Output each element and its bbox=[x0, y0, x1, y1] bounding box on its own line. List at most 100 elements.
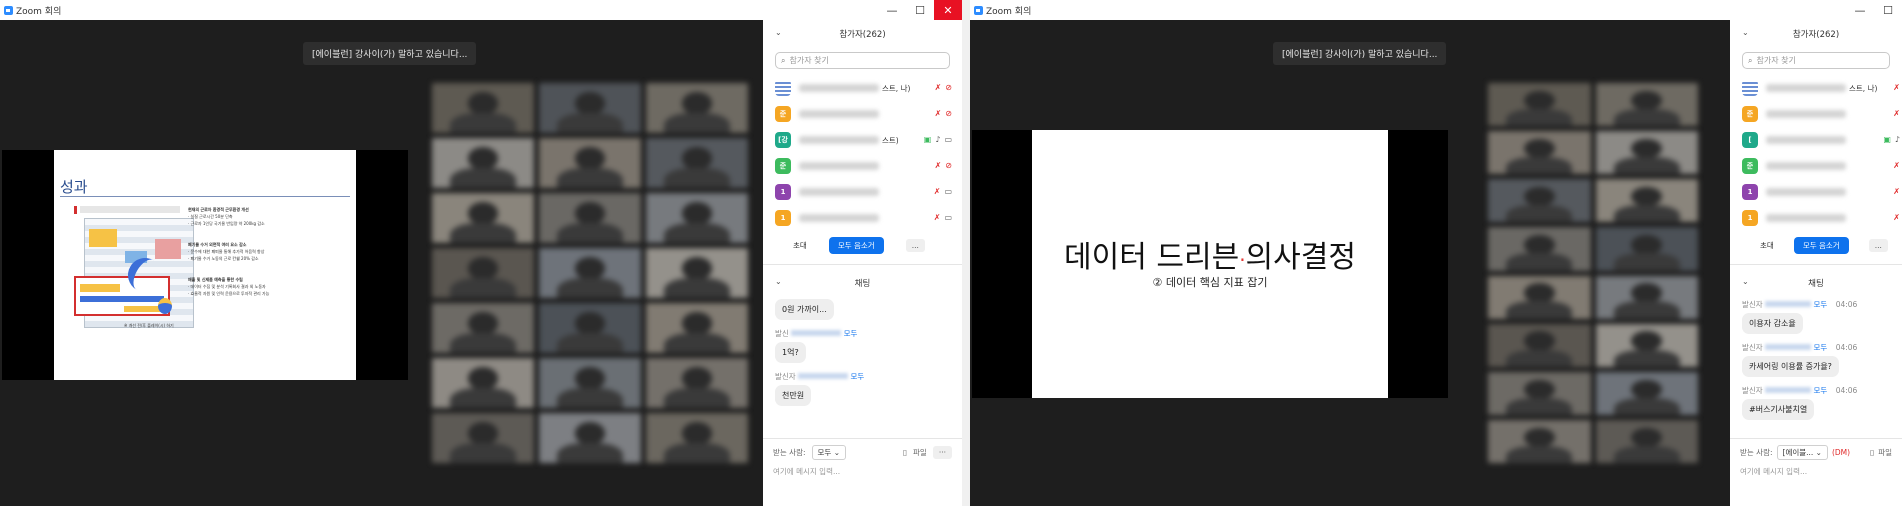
participant-video-tile[interactable] bbox=[1488, 179, 1591, 223]
video-on-icon[interactable]: ▭ bbox=[944, 213, 952, 222]
close-icon[interactable]: ✕ bbox=[934, 0, 962, 20]
participant-video-tile[interactable] bbox=[1595, 227, 1698, 271]
participant-video-tile[interactable] bbox=[1488, 371, 1591, 415]
participant-video-tile[interactable] bbox=[646, 413, 748, 463]
participant-video-tile[interactable] bbox=[539, 83, 641, 133]
mic-muted-icon[interactable]: ✗ bbox=[935, 161, 942, 170]
mic-muted-icon[interactable]: ✗ bbox=[1893, 161, 1900, 170]
participant-video-tile[interactable] bbox=[1595, 323, 1698, 367]
more-options-button[interactable]: ... bbox=[905, 239, 925, 252]
chat-more-button[interactable]: ··· bbox=[932, 446, 952, 459]
participant-video-tile[interactable] bbox=[646, 83, 748, 133]
participant-row[interactable]: [강 스트) ▣ ♪ ▭ bbox=[775, 127, 962, 153]
participant-video-tile[interactable] bbox=[539, 358, 641, 408]
participant-video-tile[interactable] bbox=[432, 193, 534, 243]
participant-video-tile[interactable] bbox=[539, 248, 641, 298]
recipient-link[interactable]: 모두 bbox=[1813, 300, 1827, 309]
participant-video-tile[interactable] bbox=[646, 193, 748, 243]
participant-video-tile[interactable] bbox=[1595, 275, 1698, 319]
participant-row[interactable]: 준 ✗ bbox=[1742, 101, 1902, 127]
participant-video-tile[interactable] bbox=[432, 83, 534, 133]
chat-message-input[interactable]: 여기에 메시지 입력... bbox=[1730, 460, 1902, 483]
mic-muted-icon[interactable]: ✗ bbox=[1893, 109, 1900, 118]
minimize-icon[interactable]: — bbox=[878, 0, 906, 20]
participant-video-tile[interactable] bbox=[1488, 83, 1591, 127]
maximize-icon[interactable]: ☐ bbox=[906, 0, 934, 20]
participant-video-tile[interactable] bbox=[432, 138, 534, 188]
collapse-chevron-icon[interactable]: ⌄ bbox=[775, 28, 782, 37]
chat-message-input[interactable]: 여기에 메시지 입력... bbox=[763, 460, 962, 483]
more-options-button[interactable]: ... bbox=[1868, 239, 1888, 252]
invite-button[interactable]: 초대 bbox=[1760, 240, 1774, 251]
participant-row[interactable]: 1 ✗ bbox=[1742, 205, 1902, 231]
participant-video-tile[interactable] bbox=[1488, 227, 1591, 271]
mic-muted-icon[interactable]: ✗ bbox=[1893, 187, 1900, 196]
participant-row[interactable]: 준 ✗ ⊘ bbox=[775, 101, 962, 127]
participant-video-tile[interactable] bbox=[646, 358, 748, 408]
participant-row[interactable]: [ ▣ ♪ bbox=[1742, 127, 1902, 153]
participant-video-tile[interactable] bbox=[1595, 179, 1698, 223]
video-off-icon[interactable]: ⊘ bbox=[945, 83, 952, 92]
participant-search-input[interactable]: ⌕ 참가자 찾기 bbox=[1742, 52, 1890, 69]
recipient-select[interactable]: 모두 ⌄ bbox=[811, 445, 846, 460]
participant-video-tile[interactable] bbox=[432, 248, 534, 298]
file-icon[interactable]: ▯ bbox=[1870, 448, 1874, 457]
minimize-icon[interactable]: — bbox=[1846, 0, 1874, 20]
file-button[interactable]: 파일 bbox=[913, 447, 927, 458]
mute-all-button[interactable]: 모두 음소거 bbox=[1793, 237, 1849, 254]
mic-muted-icon[interactable]: ✗ bbox=[935, 109, 942, 118]
mic-on-icon[interactable]: ♪ bbox=[935, 135, 940, 144]
mute-all-button[interactable]: 모두 음소거 bbox=[828, 237, 884, 254]
participant-video-tile[interactable] bbox=[1595, 83, 1698, 127]
participant-row[interactable]: 1 ✗ ▭ bbox=[775, 205, 962, 231]
mic-muted-icon[interactable]: ✗ bbox=[1893, 83, 1900, 92]
participant-row[interactable]: 스트, 나) ✗ bbox=[1742, 75, 1902, 101]
participant-row[interactable]: 준 ✗ bbox=[1742, 153, 1902, 179]
participant-row[interactable]: 1 ✗ bbox=[1742, 179, 1902, 205]
recipient-link[interactable]: 모두 bbox=[844, 329, 858, 338]
file-button[interactable]: 파일 bbox=[1878, 447, 1892, 458]
recipient-link[interactable]: 모두 bbox=[1813, 386, 1827, 395]
recipient-link[interactable]: 모두 bbox=[1813, 343, 1827, 352]
mic-muted-icon[interactable]: ✗ bbox=[934, 213, 941, 222]
video-on-icon[interactable]: ▭ bbox=[944, 135, 952, 144]
participant-video-tile[interactable] bbox=[1488, 323, 1591, 367]
participant-video-tile[interactable] bbox=[1595, 131, 1698, 175]
video-on-icon[interactable]: ▭ bbox=[944, 187, 952, 196]
participant-video-tile[interactable] bbox=[539, 193, 641, 243]
mic-muted-icon[interactable]: ✗ bbox=[934, 187, 941, 196]
mic-on-icon[interactable]: ♪ bbox=[1895, 135, 1900, 144]
participant-video-tile[interactable] bbox=[432, 358, 534, 408]
participant-row[interactable]: 1 ✗ ▭ bbox=[775, 179, 962, 205]
participant-video-tile[interactable] bbox=[1488, 419, 1591, 463]
participant-name-blurred bbox=[799, 214, 879, 222]
collapse-chevron-icon[interactable]: ⌄ bbox=[1742, 28, 1749, 37]
participant-video-tile[interactable] bbox=[1488, 275, 1591, 319]
mic-muted-icon[interactable]: ✗ bbox=[935, 83, 942, 92]
participant-video-tile[interactable] bbox=[539, 413, 641, 463]
participant-search-input[interactable]: ⌕ 참가자 찾기 bbox=[775, 52, 950, 69]
maximize-icon[interactable]: ☐ bbox=[1874, 0, 1902, 20]
recipient-link[interactable]: 모두 bbox=[850, 372, 864, 381]
collapse-chevron-icon[interactable]: ⌄ bbox=[1742, 277, 1749, 286]
participant-video-tile[interactable] bbox=[539, 138, 641, 188]
participant-row[interactable]: 스트, 나) ✗ ⊘ bbox=[775, 75, 962, 101]
recipient-select[interactable]: [에이블... ⌄ bbox=[1776, 445, 1828, 460]
video-off-icon[interactable]: ⊘ bbox=[945, 109, 952, 118]
participant-status-icons: ✗ ▭ bbox=[934, 213, 952, 222]
mic-muted-icon[interactable]: ✗ bbox=[1893, 213, 1900, 222]
participant-video-tile[interactable] bbox=[1595, 419, 1698, 463]
participant-video-tile[interactable] bbox=[646, 303, 748, 353]
participant-video-tile[interactable] bbox=[646, 138, 748, 188]
participant-video-tile[interactable] bbox=[1595, 371, 1698, 415]
participant-video-tile[interactable] bbox=[432, 413, 534, 463]
participant-video-tile[interactable] bbox=[646, 248, 748, 298]
participant-video-tile[interactable] bbox=[1488, 131, 1591, 175]
participant-row[interactable]: 준 ✗ ⊘ bbox=[775, 153, 962, 179]
invite-button[interactable]: 초대 bbox=[793, 240, 807, 251]
file-icon[interactable]: ▯ bbox=[903, 448, 907, 457]
video-off-icon[interactable]: ⊘ bbox=[945, 161, 952, 170]
collapse-chevron-icon[interactable]: ⌄ bbox=[775, 277, 782, 286]
participant-video-tile[interactable] bbox=[432, 303, 534, 353]
participant-video-tile[interactable] bbox=[539, 303, 641, 353]
